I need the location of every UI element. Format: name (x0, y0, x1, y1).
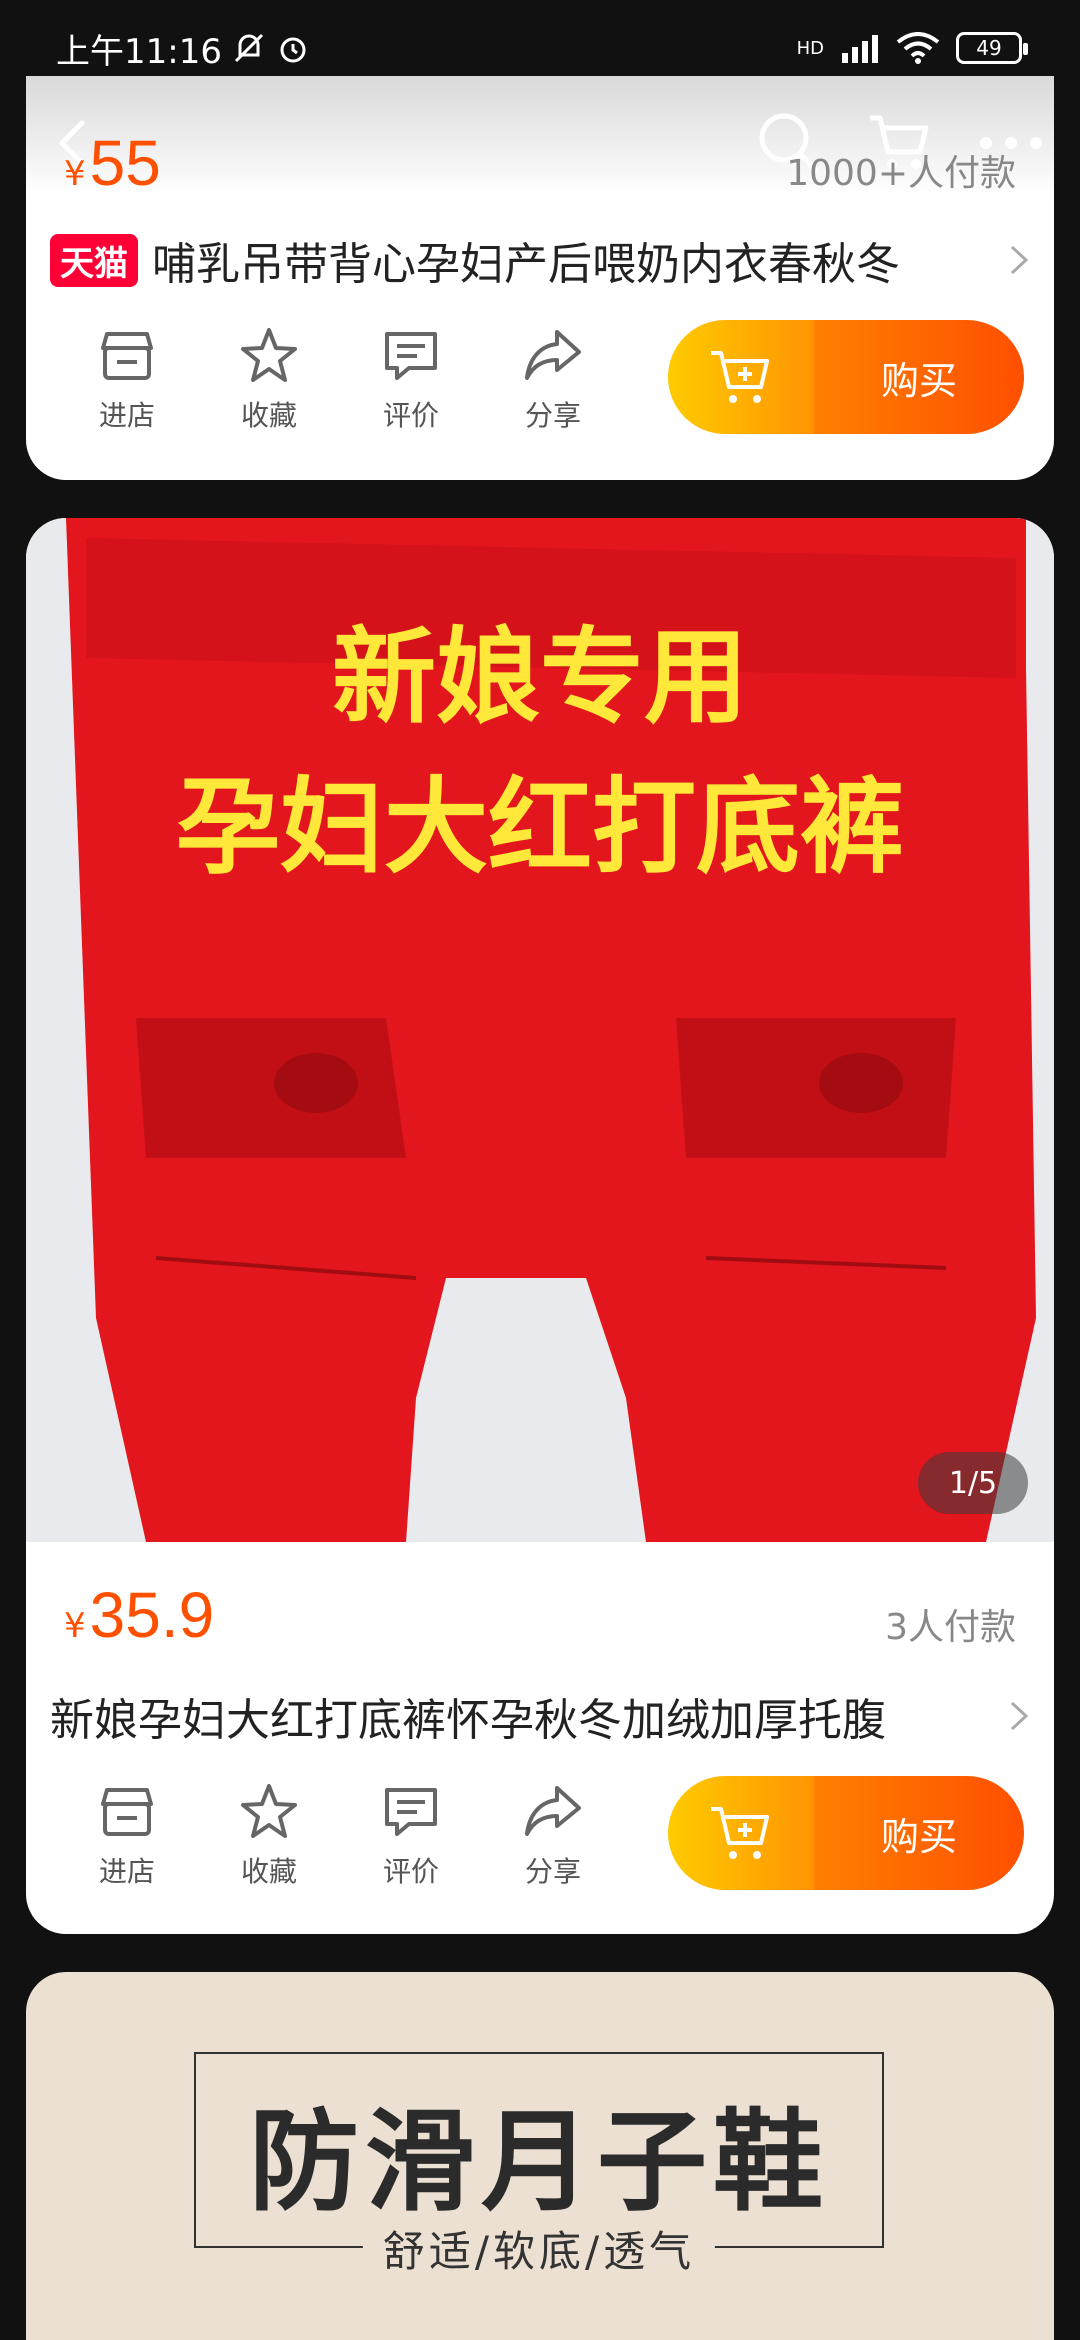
buy-now-button[interactable]: 购买 (814, 1776, 1024, 1890)
add-to-cart-icon (711, 351, 769, 403)
action-bar: 进店 收藏 评价 分享 (56, 324, 624, 434)
product-title: 哺乳吊带背心孕妇产后喂奶内衣春秋冬 (152, 239, 900, 290)
comment-icon (385, 332, 437, 380)
image-text-line1: 新娘专用 (332, 616, 748, 738)
paid-count: 3人付款 (885, 1607, 1016, 1648)
product-image[interactable]: 新娘专用 孕妇大红打底裤 1/5 (26, 518, 1054, 1542)
store-icon (101, 332, 153, 380)
product-card-2[interactable]: 新娘专用 孕妇大红打底裤 1/5 ¥ 35.9 3人付款 新娘孕妇大红打底裤怀孕… (26, 518, 1054, 1934)
share-icon (525, 330, 581, 380)
status-left: 上午11:16 (56, 24, 310, 73)
banner-frame: 防滑月子鞋 舒适/软底/透气 (194, 2052, 884, 2279)
product-title: 新娘孕妇大红打底裤怀孕秋冬加绒加厚托腹 (50, 1695, 886, 1746)
favorite-label: 收藏 (240, 399, 297, 432)
banner-title: 防滑月子鞋 (249, 2098, 829, 2226)
battery-indicator: 49 (956, 32, 1028, 64)
share-icon (525, 1786, 581, 1836)
review-button[interactable]: 评价 (340, 324, 482, 434)
signal-icon (842, 35, 878, 63)
chevron-right-icon (1010, 245, 1029, 275)
favorite-button[interactable]: 收藏 (198, 324, 340, 434)
price-value: 55 (89, 127, 161, 199)
image-text-line2: 孕妇大红打底裤 (176, 766, 904, 888)
alarm-icon (280, 37, 306, 63)
product-title-row[interactable]: 新娘孕妇大红打底裤怀孕秋冬加绒加厚托腹 (50, 1684, 1030, 1748)
action-bar: 进店 收藏 评价 分享 (56, 1780, 624, 1890)
mute-icon (234, 33, 264, 63)
status-time: 上午11:16 (56, 31, 222, 72)
price: ¥ 35.9 (64, 1578, 214, 1652)
star-icon (241, 328, 297, 382)
price-value: 35.9 (89, 1579, 215, 1651)
share-label: 分享 (524, 399, 581, 432)
currency-symbol: ¥ (64, 1606, 86, 1646)
buy-button-group: 购买 (668, 320, 1024, 434)
network-label: HD (796, 37, 824, 59)
comment-icon (385, 1788, 437, 1836)
review-button[interactable]: 评价 (340, 1780, 482, 1890)
price: ¥ 55 (64, 126, 161, 200)
share-label: 分享 (524, 1855, 581, 1888)
review-label: 评价 (382, 1855, 439, 1888)
banner-subtitle: 舒适/软底/透气 (362, 2218, 716, 2279)
product-photo: 新娘专用 孕妇大红打底裤 (26, 518, 1054, 1542)
buy-now-button[interactable]: 购买 (814, 320, 1024, 434)
product-card-1[interactable]: ¥ 55 1000+人付款 天猫 哺乳吊带背心孕妇产后喂奶内衣春秋冬 进店 收藏 (26, 76, 1054, 480)
share-button[interactable]: 分享 (482, 324, 624, 434)
favorite-button[interactable]: 收藏 (198, 1780, 340, 1890)
battery-level: 49 (976, 36, 1002, 60)
product-card-3[interactable]: 防滑月子鞋 舒适/软底/透气 (26, 1972, 1054, 2340)
store-button[interactable]: 进店 (56, 324, 198, 434)
paid-count: 1000+人付款 (786, 153, 1016, 194)
status-right: HD 49 (796, 32, 1028, 64)
currency-symbol: ¥ (64, 154, 86, 194)
image-counter: 1/5 (918, 1452, 1028, 1514)
wifi-icon (896, 32, 940, 64)
favorite-label: 收藏 (240, 1855, 297, 1888)
add-to-cart-button[interactable] (668, 320, 814, 434)
star-icon (241, 1784, 297, 1838)
tmall-badge: 天猫 (50, 233, 138, 287)
product-title-row[interactable]: 天猫 哺乳吊带背心孕妇产后喂奶内衣春秋冬 (50, 228, 1030, 292)
add-to-cart-icon (711, 1807, 769, 1859)
review-label: 评价 (382, 399, 439, 432)
store-icon (101, 1788, 153, 1836)
share-button[interactable]: 分享 (482, 1780, 624, 1890)
buy-button-group: 购买 (668, 1776, 1024, 1890)
chevron-right-icon (1010, 1701, 1029, 1731)
status-bar: 上午11:16 HD 49 (0, 0, 1080, 96)
store-label: 进店 (98, 399, 155, 432)
store-label: 进店 (98, 1855, 155, 1888)
add-to-cart-button[interactable] (668, 1776, 814, 1890)
store-button[interactable]: 进店 (56, 1780, 198, 1890)
